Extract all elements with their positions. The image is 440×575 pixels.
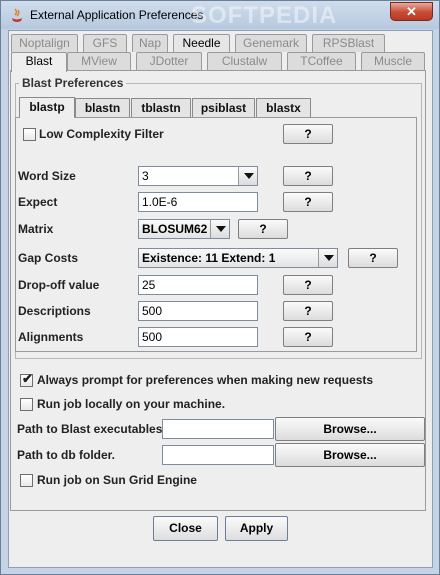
- db-path-input[interactable]: [162, 445, 274, 465]
- close-window-button[interactable]: ✕: [390, 2, 433, 21]
- run-locally-checkbox[interactable]: [20, 398, 33, 411]
- help-low-complexity-button[interactable]: ?: [283, 124, 333, 144]
- help-dropoff-button[interactable]: ?: [283, 275, 333, 295]
- tab-blast-cover: Blast: [11, 52, 67, 72]
- tab-join: [20, 116, 74, 118]
- low-complexity-checkbox[interactable]: [23, 128, 36, 141]
- chevron-down-icon[interactable]: [318, 249, 337, 267]
- matrix-label: Matrix: [18, 222, 54, 236]
- tab-needle[interactable]: Needle: [173, 34, 230, 52]
- browse-blast-path-button[interactable]: Browse...: [275, 417, 425, 441]
- help-descriptions-button[interactable]: ?: [283, 301, 333, 321]
- blast-path-label: Path to Blast executables: [17, 422, 163, 436]
- tab-jdotter[interactable]: JDotter: [136, 52, 202, 70]
- dropoff-input[interactable]: 25: [138, 275, 258, 295]
- gap-costs-select[interactable]: Existence: 11 Extend: 1: [138, 248, 338, 268]
- checkmark-icon: ✔: [22, 371, 33, 386]
- title-bar[interactable]: External Application Preferences SOFTPED…: [1, 1, 439, 29]
- chevron-down-icon[interactable]: [210, 220, 229, 238]
- java-app-icon: [12, 8, 22, 22]
- tab-muscle[interactable]: Muscle: [361, 52, 425, 70]
- sun-grid-checkbox[interactable]: [20, 474, 33, 487]
- help-word-size-button[interactable]: ?: [283, 166, 333, 186]
- expect-label: Expect: [18, 195, 58, 209]
- dropoff-label: Drop-off value: [18, 278, 100, 292]
- tab-blastx[interactable]: blastx: [256, 98, 311, 117]
- browse-db-path-button[interactable]: Browse...: [275, 443, 425, 467]
- chevron-down-icon[interactable]: [238, 167, 257, 185]
- tab-psiblast[interactable]: psiblast: [192, 98, 255, 117]
- descriptions-input[interactable]: 500: [138, 301, 258, 321]
- close-button[interactable]: Close: [153, 516, 218, 541]
- tab-genemark[interactable]: Genemark: [235, 34, 307, 52]
- gap-costs-label: Gap Costs: [18, 251, 79, 265]
- blast-path-input[interactable]: [162, 419, 274, 439]
- word-size-label: Word Size: [18, 169, 76, 183]
- word-size-value: 3: [142, 169, 149, 183]
- tab-noptalign[interactable]: Noptalign: [11, 34, 78, 52]
- gap-costs-value: Existence: 11 Extend: 1: [142, 251, 276, 265]
- alignments-label: Alignments: [18, 330, 84, 344]
- tab-blastp[interactable]: blastp: [19, 97, 75, 118]
- close-icon: ✕: [406, 4, 417, 19]
- descriptions-label: Descriptions: [18, 304, 91, 318]
- word-size-select[interactable]: 3: [138, 166, 258, 186]
- preferences-window: External Application Preferences SOFTPED…: [0, 0, 440, 575]
- run-locally-label: Run job locally on your machine.: [37, 397, 226, 411]
- matrix-select[interactable]: BLOSUM62: [138, 219, 230, 239]
- tab-rpsblast[interactable]: RPSBlast: [312, 34, 385, 52]
- tab-mview[interactable]: MView: [67, 52, 131, 70]
- always-prompt-label: Always prompt for preferences when makin…: [37, 373, 374, 387]
- always-prompt-checkbox[interactable]: ✔: [20, 371, 33, 387]
- help-gap-costs-button[interactable]: ?: [348, 248, 398, 268]
- group-title: Blast Preferences: [19, 76, 127, 90]
- softpedia-watermark: SOFTPEDIA: [191, 2, 337, 29]
- tab-blastn[interactable]: blastn: [75, 98, 130, 117]
- expect-input[interactable]: 1.0E-6: [138, 192, 258, 212]
- tab-tcoffee[interactable]: TCoffee: [287, 52, 356, 70]
- alignments-input[interactable]: 500: [138, 327, 258, 347]
- help-matrix-button[interactable]: ?: [238, 219, 288, 239]
- svg-text:SOFTPEDIA: SOFTPEDIA: [191, 2, 337, 29]
- tab-tblastn[interactable]: tblastn: [131, 98, 191, 117]
- help-expect-button[interactable]: ?: [283, 192, 333, 212]
- db-path-label: Path to db folder.: [17, 448, 115, 462]
- low-complexity-label: Low Complexity Filter: [39, 127, 164, 141]
- apply-button[interactable]: Apply: [225, 516, 288, 541]
- tab-nap[interactable]: Nap: [132, 34, 168, 52]
- tab-clustalw[interactable]: Clustalw: [207, 52, 282, 70]
- matrix-value: BLOSUM62: [142, 222, 208, 236]
- help-alignments-button[interactable]: ?: [283, 327, 333, 347]
- tab-gfs[interactable]: GFS: [83, 34, 127, 52]
- sun-grid-label: Run job on Sun Grid Engine: [37, 473, 197, 487]
- window-title: External Application Preferences: [30, 8, 204, 22]
